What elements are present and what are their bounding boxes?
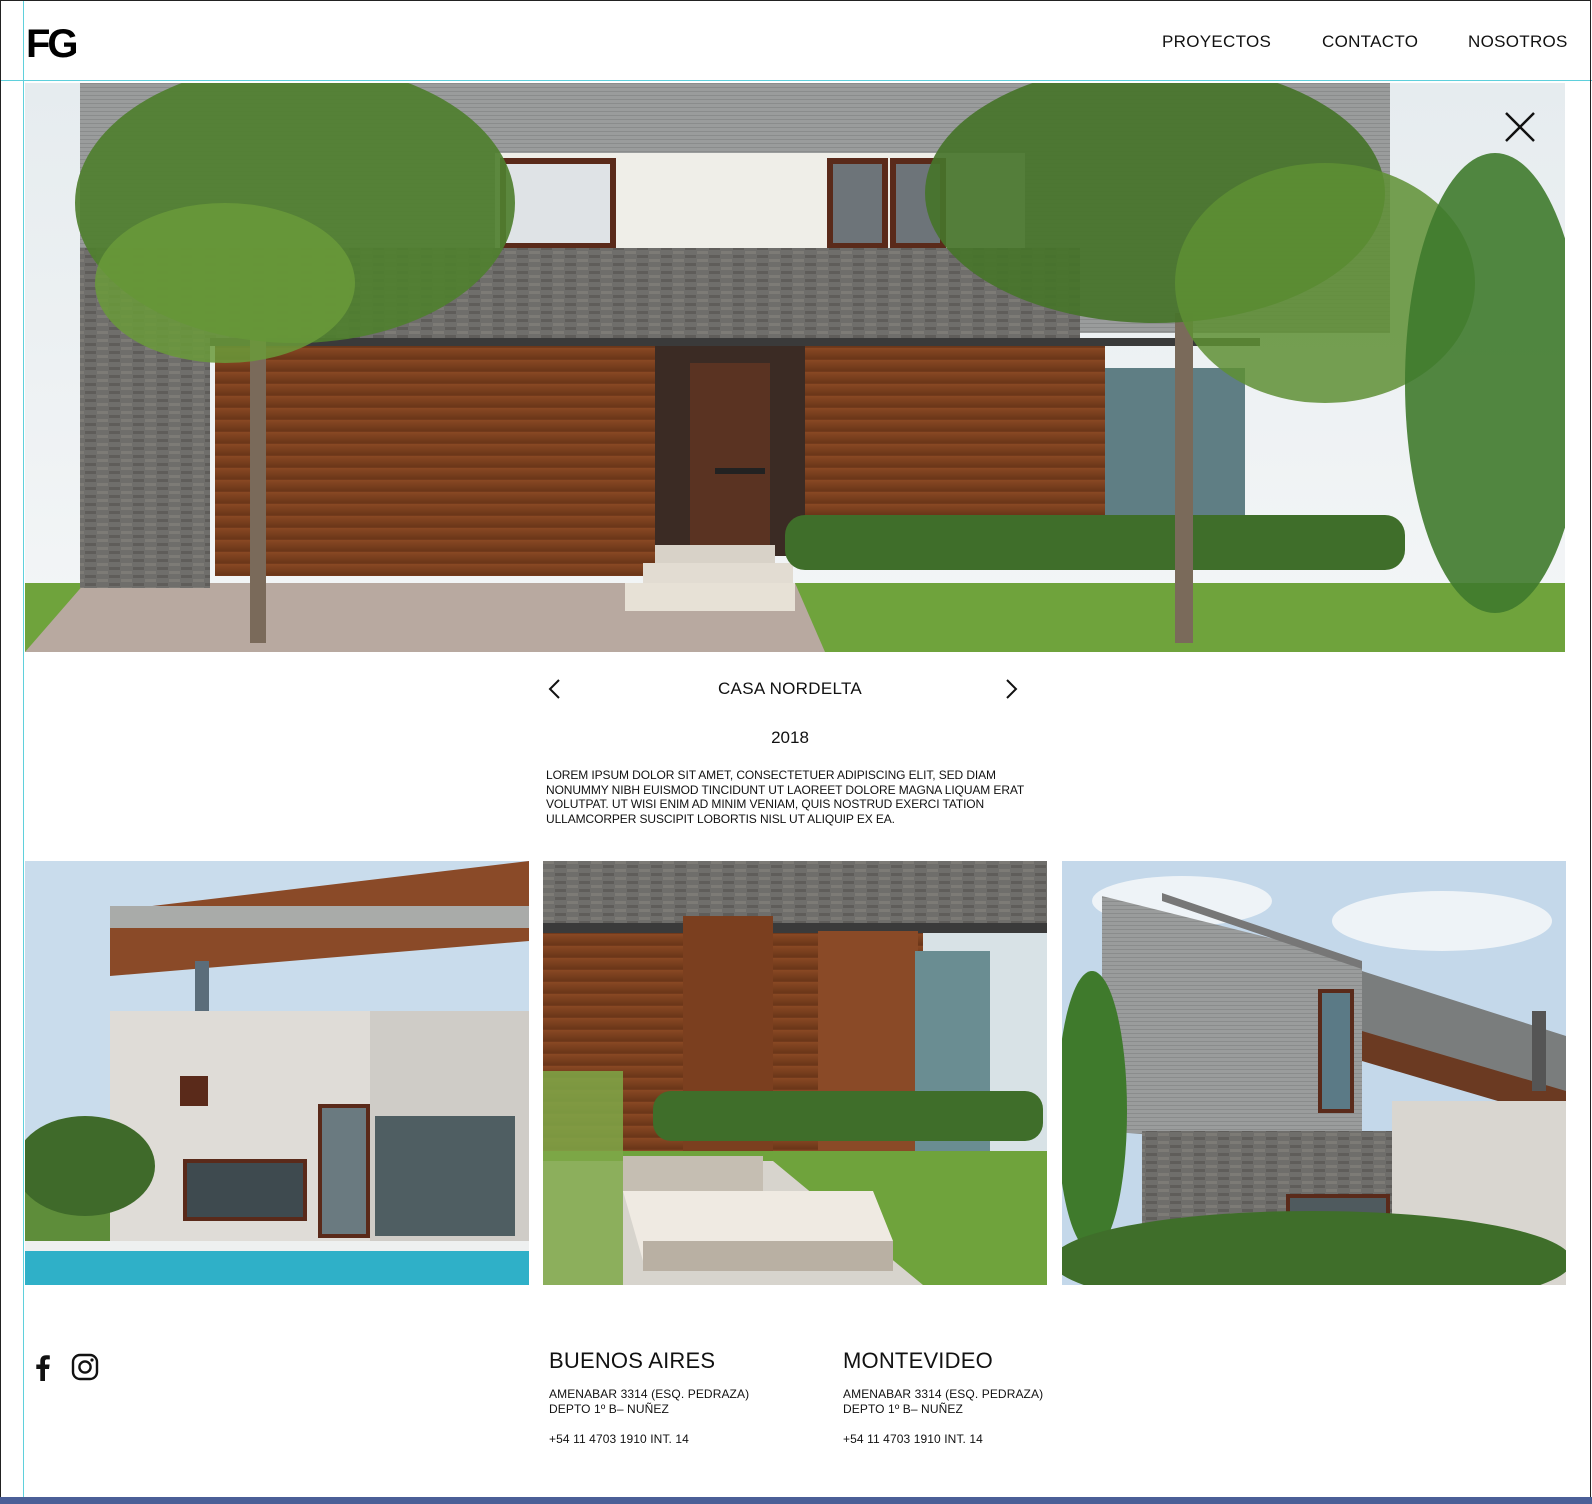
office-phone[interactable]: +54 11 4703 1910 INT. 14 [549,1432,689,1446]
office-city-montevideo: MONTEVIDEO [843,1348,993,1373]
office-address-line1: AMENABAR 3314 (ESQ. PEDRAZA) [549,1387,750,1401]
office-phone[interactable]: +54 11 4703 1910 INT. 14 [843,1432,983,1446]
instagram-icon[interactable] [70,1352,100,1382]
office-address-line1: AMENABAR 3314 (ESQ. PEDRAZA) [843,1387,1044,1401]
gallery-image-side[interactable] [1062,861,1566,1285]
nav-contacto[interactable]: CONTACTO [1322,32,1418,52]
office-address-line2: DEPTO 1º B– NUÑEZ [549,1402,669,1416]
project-year: 2018 [771,728,809,747]
bottom-bar [0,1497,1592,1504]
nav-nosotros[interactable]: NOSOTROS [1468,32,1568,52]
pool-house-illustration [25,861,529,1285]
office-city-buenos-aires: BUENOS AIRES [549,1348,716,1373]
hero-house-illustration [25,83,1565,652]
project-description: LOREM IPSUM DOLOR SIT AMET, CONSECTETUER… [546,768,1024,826]
gallery-image-pool[interactable] [25,861,529,1285]
nav-proyectos[interactable]: PROYECTOS [1162,32,1271,52]
entrance-illustration [543,861,1047,1285]
logo[interactable]: FG [26,24,79,64]
chevron-left-icon[interactable] [543,677,567,701]
office-address-line2: DEPTO 1º B– NUÑEZ [843,1402,963,1416]
side-facade-illustration [1062,861,1566,1285]
project-title: CASA NORDELTA [717,679,863,698]
layout-guide-horizontal [0,80,1592,81]
layout-guide-vertical [23,0,24,1500]
facebook-icon[interactable] [28,1352,58,1382]
hero-image [25,83,1565,652]
chevron-right-icon[interactable] [999,677,1023,701]
close-icon[interactable] [1503,110,1537,144]
gallery-image-entrance[interactable] [543,861,1047,1285]
